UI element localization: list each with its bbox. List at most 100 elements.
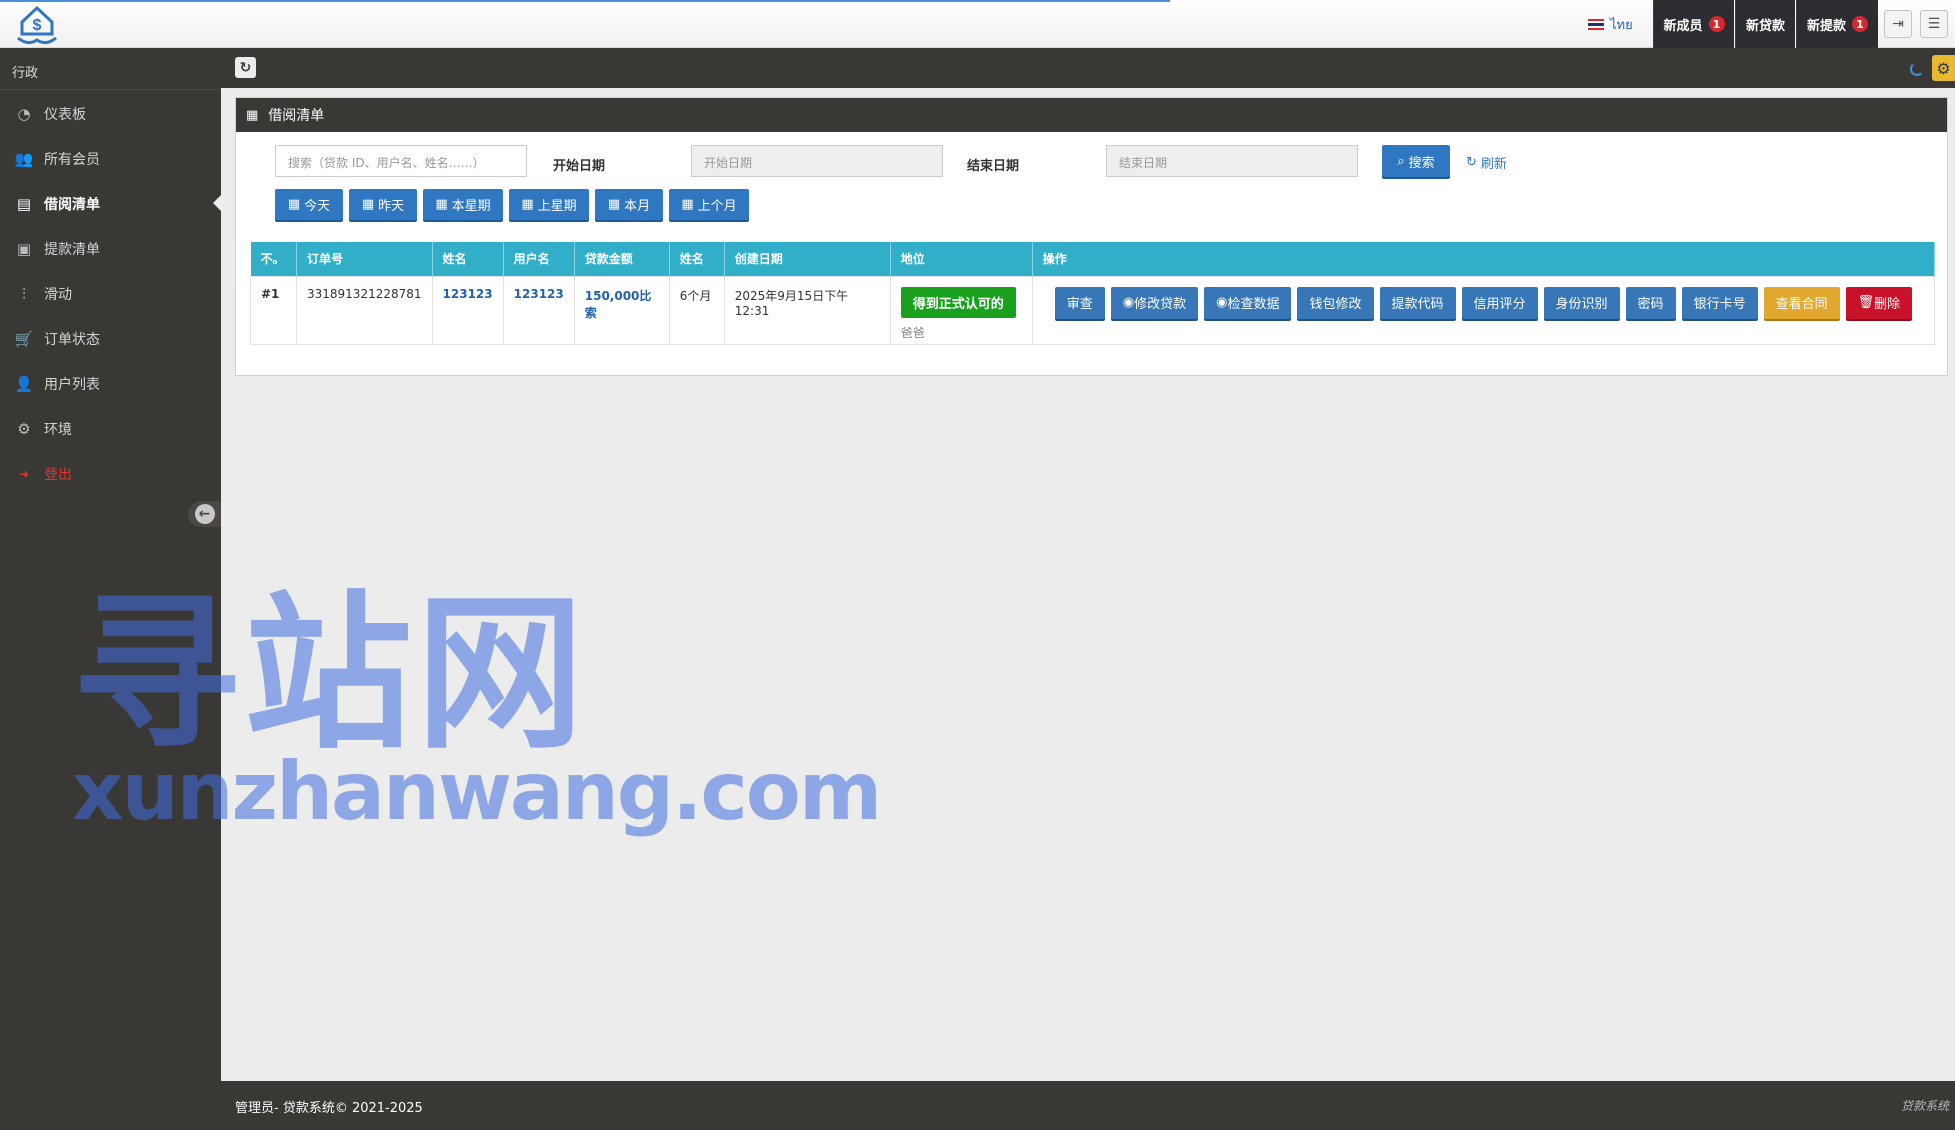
calendar-icon: ▦: [361, 197, 375, 212]
logout-icon[interactable]: ⇥: [1884, 10, 1912, 38]
preset-yesterday-button[interactable]: ▦ 昨天: [349, 189, 417, 220]
start-date-input[interactable]: 开始日期: [691, 145, 943, 177]
sidebar-item-label: 提款清单: [44, 241, 100, 258]
refresh-button[interactable]: ↻ 刷新: [1466, 153, 1507, 172]
preset-last-week-button[interactable]: ▦ 上星期: [509, 189, 589, 220]
sidebar-item-label: 仪表板: [44, 106, 86, 123]
refresh-icon: ↻: [1466, 155, 1477, 170]
preset-today-button[interactable]: ▦ 今天: [275, 189, 343, 220]
cart-icon: 🛒: [14, 329, 34, 348]
new-members-badge: 1: [1708, 16, 1725, 32]
dashboard-icon: ◔: [17, 104, 31, 123]
preset-last-month-button[interactable]: ▦ 上个月: [669, 189, 749, 220]
identity-button[interactable]: 身份识别: [1543, 286, 1620, 319]
loan-table: 不。 订单号 姓名 用户名 贷款金额 姓名 创建日期 地位 操作 #1 3318…: [250, 242, 1936, 345]
book-icon: ▤: [16, 194, 32, 213]
search-button[interactable]: ⌕ 搜索: [1382, 145, 1450, 177]
bank-card-button[interactable]: 银行卡号: [1681, 286, 1758, 319]
search-button-label: 搜索: [1408, 155, 1435, 171]
delete-button[interactable]: 🗑 删除: [1845, 286, 1913, 319]
footer-copyright: 管理员- 贷款系统© 2021-2025: [235, 1101, 423, 1116]
main-toolbar: ↻ ⚙: [221, 48, 1955, 88]
sliders-icon: ⫶: [22, 284, 26, 303]
delete-label: 删除: [1874, 297, 1901, 312]
preset-this-week-button[interactable]: ▦ 本星期: [423, 189, 503, 220]
trash-icon: 🗑: [1857, 295, 1875, 310]
logo-icon: $: [17, 5, 57, 45]
cell-no: #1: [250, 275, 297, 345]
col-no: 不。: [250, 242, 297, 276]
eye-icon: ◉: [1122, 295, 1135, 310]
check-data-label: 检查数据: [1227, 297, 1280, 312]
review-button[interactable]: 审查: [1054, 286, 1105, 319]
panel-title: 借阅清单: [268, 108, 325, 124]
table-header-row: 不。 订单号 姓名 用户名 贷款金额 姓名 创建日期 地位 操作: [250, 242, 1936, 276]
top-bar: $ ไทย 新成员 1 新贷款 新提款 1 ⇥ ☰: [0, 0, 1955, 48]
sidebar-item-members[interactable]: 👥 所有会员: [0, 136, 221, 181]
end-date-input[interactable]: 结束日期: [1106, 145, 1358, 177]
cell-amount: 150,000比索: [573, 275, 670, 345]
calendar-icon: ▦: [681, 197, 694, 212]
col-order-number: 订单号: [296, 242, 433, 276]
check-data-button[interactable]: ◉ 检查数据: [1204, 286, 1292, 319]
new-withdrawals-button[interactable]: 新提款 1: [1796, 0, 1878, 48]
view-contract-button[interactable]: 查看合同: [1763, 286, 1840, 319]
sidebar-item-logout[interactable]: ➜ 登出: [0, 451, 221, 496]
cell-username-link[interactable]: 123123: [502, 275, 575, 345]
sidebar-item-label: 滑动: [44, 286, 72, 303]
user-icon: 👤: [14, 374, 34, 393]
footer: 管理员- 贷款系统© 2021-2025 贷款系统: [221, 1081, 1955, 1130]
col-created: 创建日期: [724, 242, 891, 276]
cell-actions: 审查 ◉ 修改贷款 ◉ 检查数据 钱包修改 提款代码 信用评分 身份识别 密码 银…: [1031, 275, 1936, 345]
sidebar-item-label: 登出: [44, 466, 72, 483]
sidebar-item-order-status[interactable]: 🛒 订单状态: [0, 316, 221, 361]
sidebar-collapse-button[interactable]: ←: [188, 501, 221, 527]
credit-score-button[interactable]: 信用评分: [1461, 286, 1538, 319]
sidebar-item-label: 订单状态: [44, 331, 100, 348]
preset-label: 本星期: [451, 199, 491, 214]
eye-icon: ◉: [1216, 295, 1228, 310]
status-badge: 得到正式认可的: [900, 286, 1016, 318]
sidebar-item-label: 环境: [44, 421, 72, 438]
new-members-button[interactable]: 新成员 1: [1653, 0, 1734, 48]
settings-gear-icon[interactable]: ⚙: [1932, 55, 1955, 81]
loan-list-panel: ▦ 借阅清单 搜索（贷款 ID、用户名、姓名……） 开始日期 开始日期 结束日期…: [235, 97, 1948, 376]
language-switch[interactable]: ไทย: [1588, 14, 1633, 34]
refresh-button-label: 刷新: [1480, 157, 1507, 172]
sidebar-item-dashboard[interactable]: ◔ 仪表板: [0, 91, 221, 136]
new-withdrawals-label: 新提款: [1806, 18, 1846, 34]
cell-term: 6个月: [668, 275, 725, 345]
calendar-icon: ▦: [287, 197, 301, 212]
menu-icon[interactable]: ☰: [1920, 10, 1948, 38]
refresh-icon[interactable]: ↻: [235, 57, 256, 78]
edit-loan-button[interactable]: ◉ 修改贷款: [1110, 286, 1199, 319]
loading-bar: [0, 0, 1170, 2]
sidebar-item-user-list[interactable]: 👤 用户列表: [0, 361, 221, 406]
row-actions: 审查 ◉ 修改贷款 ◉ 检查数据 钱包修改 提款代码 信用评分 身份识别 密码 银…: [1054, 286, 1924, 319]
password-button[interactable]: 密码: [1625, 286, 1676, 319]
sidebar-item-settings[interactable]: ⚙ 环境: [0, 406, 221, 451]
sidebar-header: 行政: [0, 48, 221, 90]
new-loans-button[interactable]: 新贷款: [1735, 0, 1795, 48]
users-icon: 👥: [14, 149, 34, 168]
col-username: 用户名: [503, 242, 575, 276]
sidebar-item-label: 借阅清单: [44, 196, 100, 213]
signout-icon: ➜: [18, 466, 30, 481]
cell-name-link[interactable]: 123123: [431, 275, 504, 345]
footer-brand: 贷款系统: [1900, 1099, 1949, 1113]
loading-spinner-icon: [1910, 62, 1924, 76]
withdraw-code-button[interactable]: 提款代码: [1379, 286, 1456, 319]
col-name: 姓名: [432, 242, 504, 276]
sidebar-item-slides[interactable]: ⫶ 滑动: [0, 271, 221, 316]
search-input[interactable]: 搜索（贷款 ID、用户名、姓名……）: [275, 145, 527, 177]
wallet-edit-button[interactable]: 钱包修改: [1297, 286, 1374, 319]
sidebar-item-label: 用户列表: [44, 376, 100, 393]
arrow-left-icon: ←: [194, 504, 215, 524]
col-amount: 贷款金额: [574, 242, 670, 276]
sidebar-item-withdrawals[interactable]: ▣ 提款清单: [0, 226, 221, 271]
preset-this-month-button[interactable]: ▦ 本月: [595, 189, 663, 220]
preset-label: 上个月: [697, 199, 737, 214]
calendar-icon: ▦: [607, 197, 621, 212]
app-logo[interactable]: $: [14, 0, 60, 48]
sidebar-item-loan-list[interactable]: ▤ 借阅清单: [0, 181, 221, 226]
